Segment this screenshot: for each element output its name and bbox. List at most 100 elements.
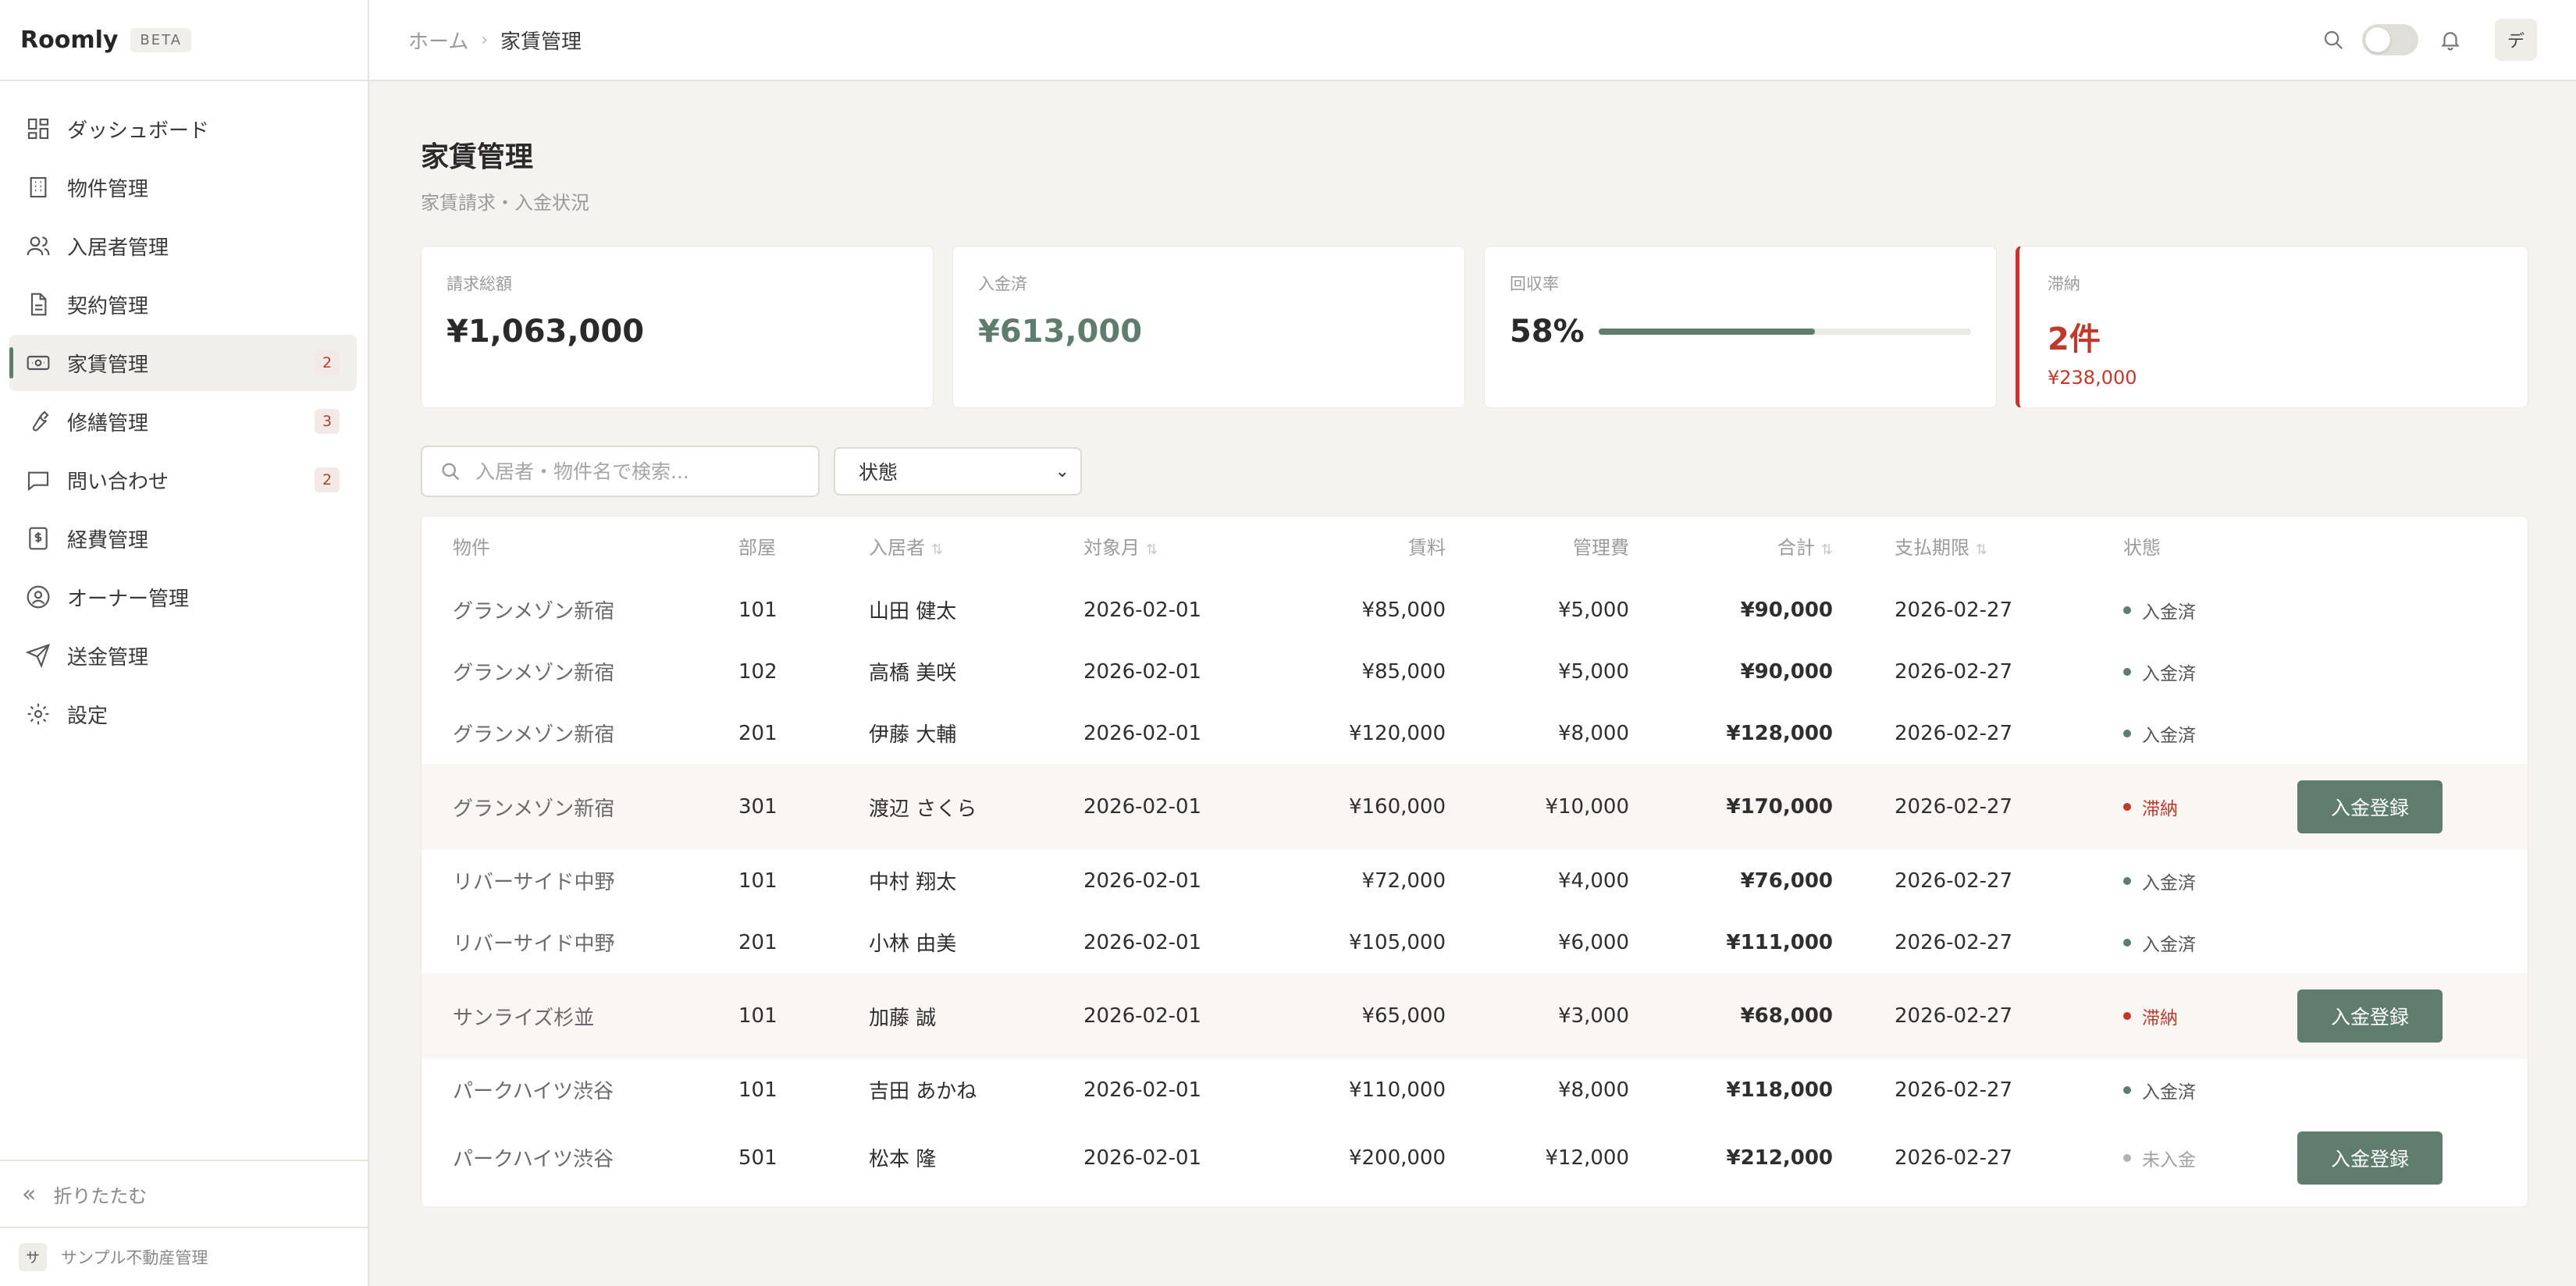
user-avatar[interactable]: デ (2495, 19, 2537, 61)
table-row[interactable]: パークハイツ渋谷 101 吉田 あかね 2026-02-01 ¥110,000 ¥8,00… (422, 1059, 2528, 1121)
status-label: 入金済 (2142, 663, 2196, 684)
status-dot-icon (2123, 729, 2131, 737)
column-header-status: 状態 (2123, 537, 2161, 559)
chevrons-left-icon: « (22, 1180, 37, 1208)
progress-row: 58% (1510, 314, 1971, 350)
sidebar-item-1[interactable]: ダッシュボード (9, 101, 357, 157)
breadcrumb: ホーム › 家賃管理 (408, 26, 582, 55)
status-label: 未入金 (2142, 1149, 2196, 1171)
column-header-month[interactable]: 対象月 ⇅ (1083, 517, 1158, 579)
cell-property: リバーサイド中野 (453, 871, 615, 894)
cell-month: 2026-02-01 (1083, 659, 1202, 684)
status-label: 入金済 (2142, 725, 2196, 746)
count-badge: 2 (315, 467, 340, 492)
cell-tenant: 山田 健太 (869, 600, 957, 623)
cell-due: 2026-02-27 (1895, 721, 2013, 745)
collapse-sidebar-button[interactable]: « 折りたたむ (0, 1160, 368, 1227)
status-badge: 入金済 (2123, 579, 2196, 641)
status-dot-icon (2123, 1012, 2131, 1020)
cell-month: 2026-02-01 (1083, 1146, 1202, 1170)
table-row[interactable]: リバーサイド中野 201 小林 由美 2026-02-01 ¥105,000 ¥6,000… (422, 911, 2528, 973)
register-payment-button[interactable]: 入金登録 (2297, 780, 2443, 833)
cell-room: 101 (738, 598, 777, 622)
sidebar-item-8[interactable]: 経費管理 (9, 510, 357, 567)
sidebar-item-9[interactable]: オーナー管理 (9, 569, 357, 625)
cell-month: 2026-02-01 (1083, 869, 1202, 893)
sidebar-item-label: 修繕管理 (67, 411, 149, 435)
status-filter-select[interactable]: 状態 ⌄ (834, 447, 1082, 496)
status-dot-icon (2123, 876, 2131, 885)
stat-label: 滞納 (2048, 275, 2080, 293)
sort-icon: ⇅ (1820, 542, 1833, 558)
sidebar-item-7[interactable]: 問い合わせ 2 (9, 452, 357, 508)
sidebar-item-label: 契約管理 (67, 294, 149, 318)
theme-toggle[interactable] (2362, 24, 2418, 55)
column-header-total-label: 合計 (1777, 537, 1815, 559)
search-input[interactable] (475, 460, 803, 483)
sidebar-item-5[interactable]: 家賃管理 2 (9, 335, 357, 391)
cell-due: 2026-02-27 (1895, 795, 2013, 819)
sidebar-item-label: ダッシュボード (67, 119, 210, 143)
status-badge: 入金済 (2123, 911, 2196, 973)
status-dot-icon (2123, 1153, 2131, 1162)
document-icon (25, 291, 52, 318)
header-actions: デ (2320, 19, 2537, 61)
sidebar-item-6[interactable]: 修繕管理 3 (9, 393, 357, 449)
table-row[interactable]: グランメゾン新宿 201 伊藤 大輔 2026-02-01 ¥120,000 ¥8,000… (422, 702, 2528, 764)
cell-month: 2026-02-01 (1083, 1004, 1202, 1028)
register-payment-button[interactable]: 入金登録 (2297, 989, 2443, 1043)
sidebar-item-label: 設定 (67, 704, 109, 728)
app-logo[interactable]: Roomly (20, 27, 118, 54)
table-row[interactable]: サンライズ杉並 101 加藤 誠 2026-02-01 ¥65,000 ¥3,000 ¥68… (422, 973, 2528, 1059)
stat-label: 回収率 (1510, 275, 1559, 293)
sidebar-item-4[interactable]: 契約管理 (9, 276, 357, 332)
table-row[interactable]: グランメゾン新宿 102 高橋 美咲 2026-02-01 ¥85,000 ¥5,000 ¥… (422, 641, 2528, 702)
table-row[interactable]: グランメゾン新宿 301 渡辺 さくら 2026-02-01 ¥160,000 ¥10,0… (422, 764, 2528, 850)
sidebar-item-label: 送金管理 (67, 645, 149, 670)
cell-tenant: 渡辺 さくら (869, 797, 977, 821)
status-badge: 未入金 (2123, 1121, 2196, 1195)
bell-icon[interactable] (2437, 27, 2464, 53)
stat-card-overdue: 滞納 2件 ¥238,000 (2016, 246, 2528, 408)
sidebar-item-11[interactable]: 設定 (9, 686, 357, 742)
table-body: グランメゾン新宿 101 山田 健太 2026-02-01 ¥85,000 ¥5,000 ¥… (422, 579, 2528, 1195)
sidebar-item-3[interactable]: 入居者管理 (9, 218, 357, 274)
cell-fee: ¥6,000 (1558, 930, 1629, 954)
breadcrumb-current: 家賃管理 (500, 30, 582, 54)
cell-property: パークハイツ渋谷 (453, 1080, 614, 1103)
breadcrumb-home-link[interactable]: ホーム (408, 26, 468, 55)
cell-fee: ¥3,000 (1558, 1004, 1629, 1028)
column-header-due[interactable]: 支払期限 ⇅ (1895, 517, 1987, 579)
sidebar-item-10[interactable]: 送金管理 (9, 627, 357, 684)
status-label: 滞納 (2142, 799, 2178, 819)
cell-tenant: 吉田 あかね (869, 1080, 977, 1103)
cell-rent: ¥105,000 (1348, 930, 1446, 954)
column-header-tenant[interactable]: 入居者 ⇅ (869, 517, 943, 579)
users-icon (25, 233, 52, 259)
cell-total: ¥111,000 (1726, 930, 1833, 954)
sidebar-item-2[interactable]: 物件管理 (9, 159, 357, 215)
cell-room: 301 (738, 795, 777, 819)
cell-rent: ¥85,000 (1361, 598, 1446, 622)
cell-month: 2026-02-01 (1083, 930, 1202, 954)
table-row[interactable]: リバーサイド中野 101 中村 翔太 2026-02-01 ¥72,000 ¥4,000 ¥… (422, 850, 2528, 911)
search-icon[interactable] (2320, 27, 2347, 53)
column-header-room: 部屋 (738, 537, 776, 559)
column-header-rent: 賃料 (1408, 537, 1446, 559)
page-title: 家賃管理 (421, 141, 534, 173)
row-actions: 入金登録 (2297, 1121, 2443, 1195)
cell-property: リバーサイド中野 (453, 933, 615, 956)
organization-switcher[interactable]: サ サンプル不動産管理 (0, 1227, 368, 1286)
status-badge: 滞納 (2123, 973, 2178, 1059)
table-row[interactable]: パークハイツ渋谷 501 松本 隆 2026-02-01 ¥200,000 ¥12,000… (422, 1121, 2528, 1195)
banknote-icon (25, 350, 52, 376)
cell-rent: ¥72,000 (1361, 869, 1446, 893)
register-payment-button[interactable]: 入金登録 (2297, 1131, 2443, 1185)
cell-tenant: 伊藤 大輔 (869, 723, 957, 747)
cell-rent: ¥65,000 (1361, 1004, 1446, 1028)
table-row[interactable]: グランメゾン新宿 101 山田 健太 2026-02-01 ¥85,000 ¥5,000 ¥… (422, 579, 2528, 641)
column-header-total[interactable]: 合計 ⇅ (1670, 517, 1833, 579)
status-dot-icon (2123, 1085, 2131, 1094)
cell-due: 2026-02-27 (1895, 1078, 2013, 1102)
progress-fill (1598, 329, 1815, 335)
